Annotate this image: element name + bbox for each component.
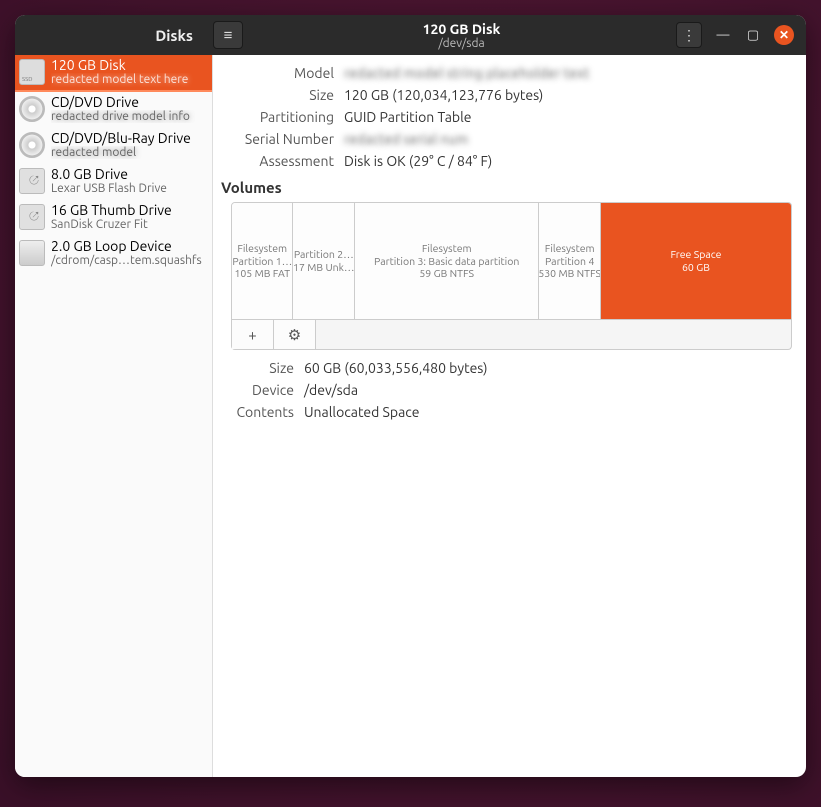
window-controls: ⋮ — ▢ ✕ (676, 22, 806, 48)
hamburger-menu-button[interactable]: ≡ (213, 21, 243, 49)
sel-label-size: Size (219, 360, 294, 376)
sidebar-drive-4[interactable]: 16 GB Thumb DriveSanDisk Cruzer Fit (15, 200, 212, 236)
gear-icon: ⚙ (288, 326, 301, 344)
drive-options-button[interactable]: ⋮ (676, 22, 702, 48)
partition-options-button[interactable]: ⚙ (274, 320, 316, 349)
partition-1[interactable]: Partition 2…17 MB Unk… (293, 203, 354, 319)
window-subtitle: /dev/sda (247, 37, 676, 50)
optical-drive-icon (19, 96, 45, 122)
value-model: redacted model string placeholder text (344, 65, 792, 81)
titlebar-center: 120 GB Disk /dev/sda (247, 20, 676, 51)
drive-text: CD/DVD Driveredacted drive model info (51, 95, 206, 124)
drive-sublabel: redacted model (51, 146, 206, 159)
drive-label: 120 GB Disk (51, 58, 206, 73)
partition-2[interactable]: FilesystemPartition 3: Basic data partit… (355, 203, 539, 319)
sidebar-drive-2[interactable]: CD/DVD/Blu-Ray Driveredacted model (15, 128, 212, 164)
volume-toolbar: + ⚙ (231, 320, 792, 350)
volume-bar: FilesystemPartition 1…105 MB FATPartitio… (231, 202, 792, 320)
label-assessment: Assessment (219, 153, 334, 169)
maximize-button[interactable]: ▢ (744, 26, 762, 44)
sidebar-drive-0[interactable]: 120 GB Diskredacted model text here (15, 55, 212, 92)
drive-label: 16 GB Thumb Drive (51, 203, 206, 218)
partition-line: 59 GB NTFS (419, 267, 474, 280)
minimize-button[interactable]: — (714, 26, 732, 44)
value-partitioning: GUID Partition Table (344, 109, 792, 125)
value-size: 120 GB (120,034,123,776 bytes) (344, 87, 792, 103)
partition-line: Filesystem (545, 242, 595, 255)
drive-text: 16 GB Thumb DriveSanDisk Cruzer Fit (51, 203, 206, 232)
partition-line: 530 MB NTFS (539, 267, 600, 280)
drive-label: CD/DVD/Blu-Ray Drive (51, 131, 206, 146)
drive-sublabel: Lexar USB Flash Drive (51, 182, 206, 195)
drive-sublabel: SanDisk Cruzer Fit (51, 218, 206, 231)
partition-0[interactable]: FilesystemPartition 1…105 MB FAT (232, 203, 293, 319)
partition-line: Filesystem (237, 242, 287, 255)
minimize-icon: — (717, 28, 730, 42)
partition-line: Free Space (670, 248, 721, 261)
usb-drive-icon (19, 168, 45, 194)
drive-text: CD/DVD/Blu-Ray Driveredacted model (51, 131, 206, 160)
drive-text: 8.0 GB DriveLexar USB Flash Drive (51, 167, 206, 196)
label-partitioning: Partitioning (219, 109, 334, 125)
disk-info: Model redacted model string placeholder … (219, 65, 792, 169)
partition-line: Partition 4 (545, 255, 594, 268)
sidebar-drive-3[interactable]: 8.0 GB DriveLexar USB Flash Drive (15, 164, 212, 200)
create-partition-button[interactable]: + (232, 320, 274, 349)
partition-line: Partition 3: Basic data partition (374, 255, 519, 268)
value-assessment: Disk is OK (29° C / 84° F) (344, 153, 792, 169)
app-title: Disks (15, 27, 213, 44)
partition-line: 17 MB Unk… (293, 261, 354, 274)
sidebar-drive-5[interactable]: 2.0 GB Loop Device/cdrom/casp…tem.squash… (15, 236, 212, 272)
close-button[interactable]: ✕ (774, 25, 794, 45)
sel-value-device: /dev/sda (304, 382, 792, 398)
label-size: Size (219, 87, 334, 103)
app-title-text: Disks (155, 27, 193, 44)
drive-sublabel: /cdrom/casp…tem.squashfs (51, 254, 206, 267)
sidebar-drive-1[interactable]: CD/DVD Driveredacted drive model info (15, 92, 212, 128)
partition-line: 60 GB (682, 261, 710, 274)
sidebar: 120 GB Diskredacted model text here CD/DV… (15, 55, 213, 777)
usb-drive-icon (19, 204, 45, 230)
label-serial: Serial Number (219, 131, 334, 147)
volumes-header: Volumes (221, 179, 792, 196)
sel-value-contents: Unallocated Space (304, 404, 792, 420)
hamburger-icon: ≡ (224, 26, 233, 44)
optical-drive-icon (19, 132, 45, 158)
close-icon: ✕ (779, 28, 789, 42)
hdd-drive-icon (19, 240, 45, 266)
kebab-icon: ⋮ (682, 27, 696, 44)
main-panel: Model redacted model string placeholder … (213, 55, 806, 777)
body: 120 GB Diskredacted model text here CD/DV… (15, 55, 806, 777)
sel-label-device: Device (219, 382, 294, 398)
partition-line: Filesystem (422, 242, 472, 255)
label-model: Model (219, 65, 334, 81)
drive-text: 120 GB Diskredacted model text here (51, 58, 206, 87)
selection-info: Size 60 GB (60,033,556,480 bytes) Device… (219, 360, 792, 420)
maximize-icon: ▢ (747, 28, 759, 43)
titlebar: Disks ≡ 120 GB Disk /dev/sda ⋮ — ▢ ✕ (15, 15, 806, 55)
partition-4[interactable]: Free Space60 GB (601, 203, 791, 319)
ssd-drive-icon (19, 59, 45, 85)
partition-line: Partition 1… (232, 255, 292, 268)
partition-line: Partition 2… (294, 248, 354, 261)
drive-text: 2.0 GB Loop Device/cdrom/casp…tem.squash… (51, 239, 206, 268)
drive-label: 8.0 GB Drive (51, 167, 206, 182)
drive-label: 2.0 GB Loop Device (51, 239, 206, 254)
disks-window: Disks ≡ 120 GB Disk /dev/sda ⋮ — ▢ ✕ 120… (15, 15, 806, 777)
drive-label: CD/DVD Drive (51, 95, 206, 110)
drive-sublabel: redacted model text here (51, 73, 206, 86)
partition-3[interactable]: FilesystemPartition 4530 MB NTFS (539, 203, 600, 319)
value-serial: redacted serial num (344, 131, 792, 147)
plus-icon: + (248, 326, 256, 343)
sel-label-contents: Contents (219, 404, 294, 420)
window-title: 120 GB Disk (247, 22, 676, 37)
drive-sublabel: redacted drive model info (51, 110, 206, 123)
partition-line: 105 MB FAT (234, 267, 290, 280)
sel-value-size: 60 GB (60,033,556,480 bytes) (304, 360, 792, 376)
